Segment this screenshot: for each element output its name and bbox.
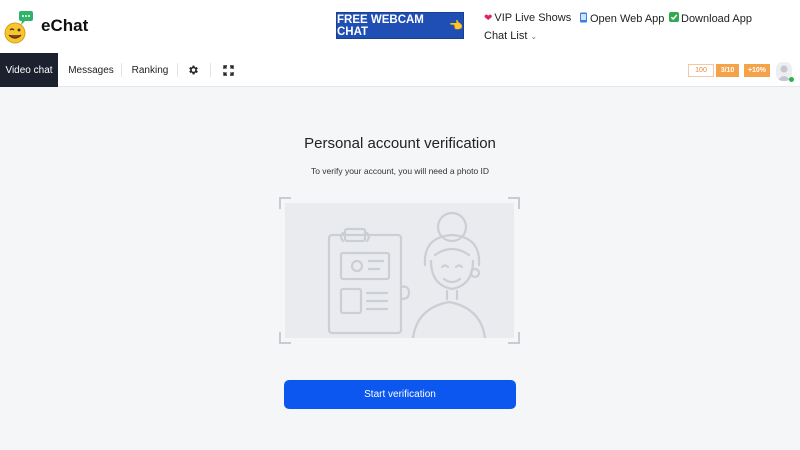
tab-bar: Video chat Messages Ranking 100 3/10 +10… — [0, 53, 800, 87]
start-verification-label: Start verification — [364, 389, 436, 400]
tab-messages-label: Messages — [68, 64, 114, 76]
download-app-label: Download App — [681, 12, 752, 25]
person-holding-id-icon — [285, 203, 514, 338]
id-illustration-frame — [279, 197, 520, 344]
tab-divider — [210, 63, 211, 77]
heart-icon: ❤ — [484, 12, 493, 24]
vip-live-shows-link[interactable]: ❤ VIP Live Shows — [484, 12, 571, 24]
fullscreen-icon[interactable] — [220, 62, 236, 78]
phone-icon — [579, 12, 588, 26]
gear-icon[interactable] — [185, 62, 201, 78]
tab-video-chat-label: Video chat — [5, 64, 53, 76]
brand-name[interactable]: eChat — [41, 16, 88, 36]
vip-live-shows-label: VIP Live Shows — [494, 12, 572, 24]
bonus-badge[interactable]: +10% — [744, 64, 770, 77]
cta-label: FREE WEBCAM CHAT — [337, 13, 424, 38]
checkmark-icon — [669, 12, 679, 25]
chat-list-dropdown[interactable]: Chat List ⌄ — [484, 30, 537, 42]
download-app-link[interactable]: Download App — [669, 12, 752, 25]
open-web-app-label: Open Web App — [590, 13, 665, 25]
tab-video-chat[interactable]: Video chat — [0, 53, 58, 87]
start-verification-button[interactable]: Start verification — [284, 380, 516, 409]
tab-ranking[interactable]: Ranking — [124, 53, 176, 87]
online-status-indicator — [789, 77, 794, 82]
tab-divider — [121, 63, 122, 77]
smiley-chat-logo-icon[interactable] — [4, 10, 36, 46]
level-badge[interactable]: 3/10 — [716, 64, 739, 77]
coins-badge[interactable]: 100 — [688, 64, 714, 77]
chat-list-label: Chat List — [484, 30, 528, 42]
free-webcam-chat-button[interactable]: FREE WEBCAM CHAT 👈 — [336, 12, 464, 39]
tab-ranking-label: Ranking — [131, 64, 169, 76]
page-subtitle: To verify your account, you will need a … — [310, 166, 490, 176]
page-title: Personal account verification — [304, 135, 496, 152]
pointing-hand-icon: 👈 — [449, 20, 463, 32]
tab-messages[interactable]: Messages — [62, 53, 120, 87]
open-web-app-link[interactable]: Open Web App — [579, 12, 664, 26]
tab-divider — [177, 63, 178, 77]
top-header: eChat FREE WEBCAM CHAT 👈 ❤ VIP Live Show… — [0, 0, 800, 53]
chevron-down-icon: ⌄ — [530, 31, 538, 41]
